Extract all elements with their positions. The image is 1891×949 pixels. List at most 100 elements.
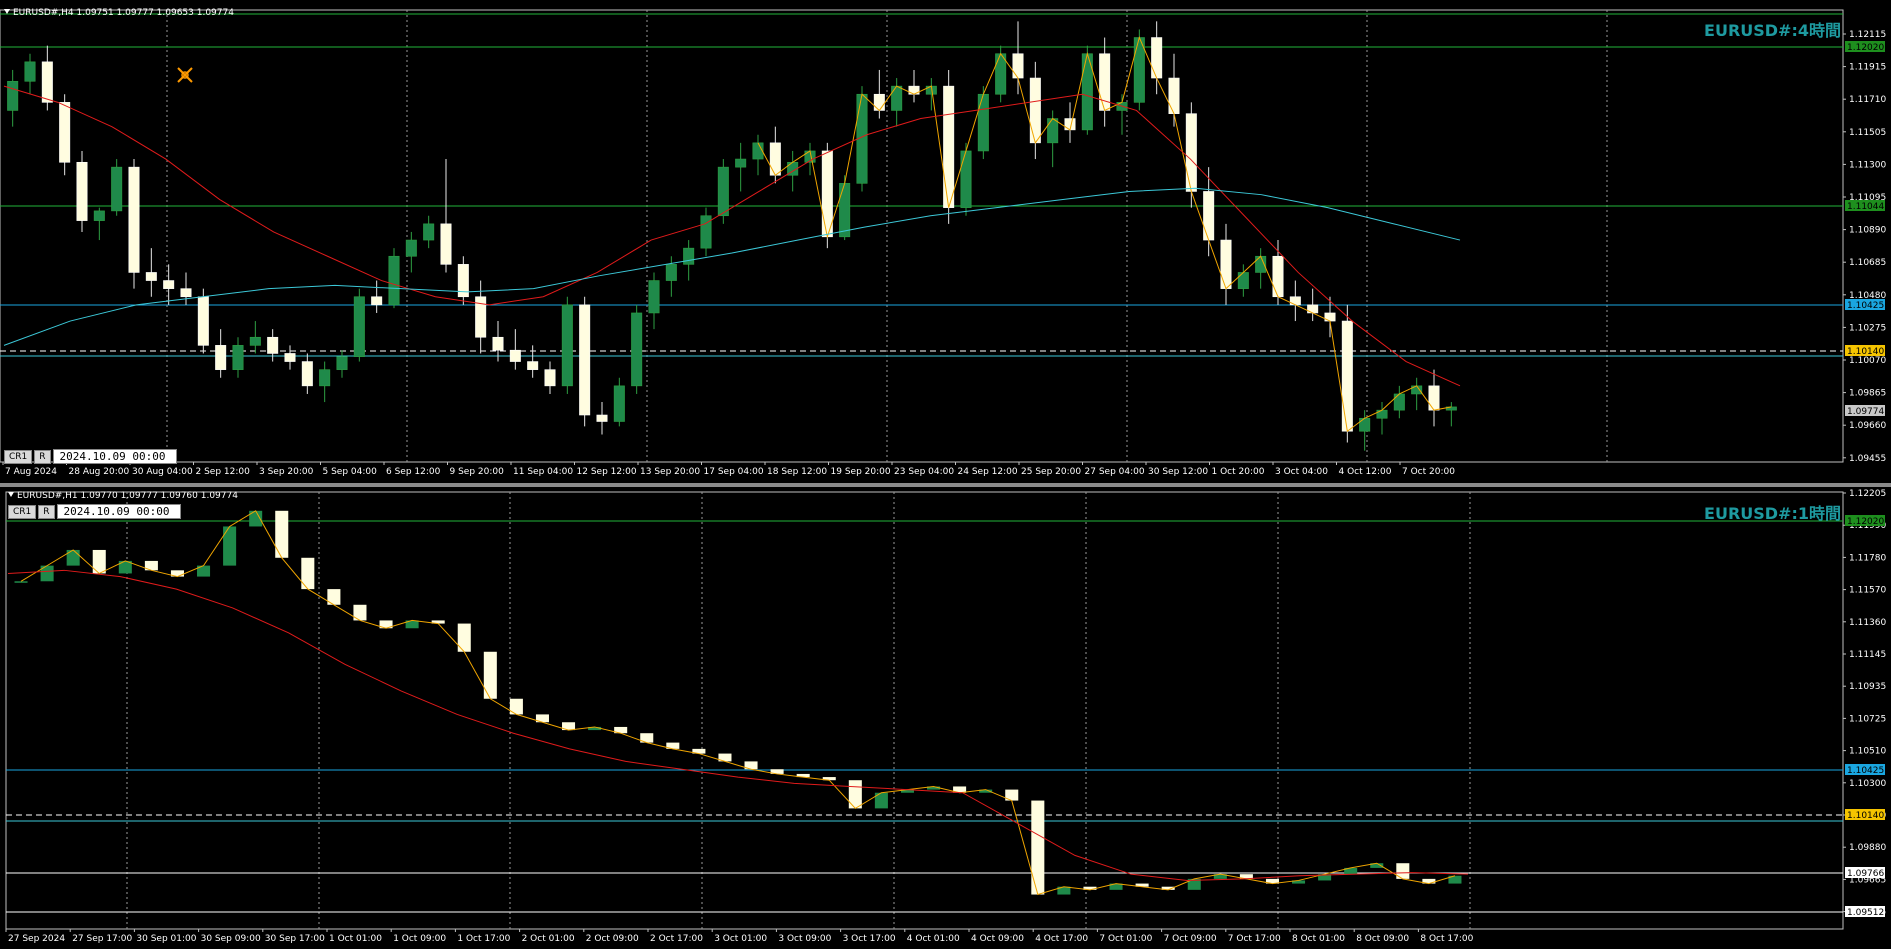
h4-chart-canvas[interactable]: 1.12115 1.11915 1.11710 1.11505 1.11300 1.110… — [0, 0, 1891, 483]
time-tick-label: 17 Sep 04:00 — [704, 467, 764, 477]
price-tick-label: 1.10275 — [1849, 323, 1886, 333]
candle — [752, 142, 764, 160]
time-tick-label: 2 Sep 12:00 — [196, 467, 251, 477]
h1-watermark: EURUSD#:1時間 — [1704, 504, 1841, 523]
candle — [128, 166, 140, 273]
candle — [665, 264, 677, 281]
price-tick-label: 1.12205 — [1849, 489, 1886, 499]
candle — [509, 349, 521, 362]
candle — [284, 353, 296, 362]
date-input[interactable]: 2024.10.09 00:00 — [56, 504, 181, 519]
candle — [1185, 113, 1197, 192]
price-tick-label: 1.09455 — [1849, 454, 1886, 464]
price-tick-label: 1.10300 — [1849, 779, 1886, 789]
candle — [7, 80, 19, 111]
chart-pane-h1[interactable]: 1.12205 1.11990 1.11780 1.11570 1.11360 1.111… — [0, 487, 1891, 949]
candle — [1359, 417, 1371, 432]
price-tag-label: 1.09774 — [1847, 407, 1884, 417]
time-tick-label: 12 Sep 12:00 — [577, 467, 637, 477]
time-tick-label: 27 Sep 04:00 — [1085, 467, 1145, 477]
candle — [717, 166, 729, 217]
time-tick-label: 3 Oct 09:00 — [778, 934, 831, 944]
candle — [301, 557, 315, 590]
r-button[interactable]: R — [38, 504, 55, 519]
candle — [180, 288, 192, 298]
candle — [735, 158, 747, 168]
time-tick-label: 27 Sep 2024 — [8, 934, 65, 944]
candle — [423, 223, 435, 241]
candle — [613, 385, 625, 422]
candle — [596, 414, 608, 422]
candle — [1047, 118, 1059, 144]
candle — [111, 166, 123, 212]
time-tick-label: 7 Aug 2024 — [5, 467, 57, 477]
time-tick-label: 4 Oct 17:00 — [1035, 934, 1088, 944]
time-tick-label: 11 Sep 04:00 — [513, 467, 573, 477]
candle — [24, 61, 36, 82]
price-tag-label: 1.10140 — [1847, 347, 1884, 357]
candle — [1203, 191, 1215, 241]
cr1-button[interactable]: CR1 — [8, 504, 37, 519]
candle — [1341, 320, 1353, 432]
r-button[interactable]: R — [34, 449, 51, 464]
price-tag-label: 1.12020 — [1847, 43, 1884, 53]
date-input[interactable]: 2024.10.09 00:00 — [52, 449, 177, 464]
time-tick-label: 30 Sep 17:00 — [265, 934, 325, 944]
candle — [483, 651, 497, 699]
candle — [76, 161, 88, 221]
candle — [319, 369, 331, 387]
time-tick-label: 3 Sep 20:00 — [259, 467, 314, 477]
time-tick-label: 2 Oct 17:00 — [650, 934, 703, 944]
chart-pane-h4[interactable]: 1.12115 1.11915 1.11710 1.11505 1.11300 1.110… — [0, 0, 1891, 483]
candle — [232, 345, 244, 370]
cr1-button[interactable]: CR1 — [4, 449, 33, 464]
h4-toolbar: CR1 R 2024.10.09 00:00 — [4, 449, 177, 464]
price-tag-label: 1.10425 — [1847, 301, 1884, 311]
price-tick-label: 1.10070 — [1849, 356, 1886, 366]
time-tick-label: 8 Oct 17:00 — [1420, 934, 1473, 944]
h1-toolbar: CR1 R 2024.10.09 00:00 — [8, 504, 181, 519]
time-tick-label: 5 Sep 04:00 — [323, 467, 378, 477]
time-tick-label: 8 Oct 01:00 — [1292, 934, 1345, 944]
candle — [145, 272, 157, 281]
time-tick-label: 1 Oct 20:00 — [1212, 467, 1265, 477]
candle — [388, 255, 400, 306]
candle — [1012, 53, 1024, 79]
collapse-arrow-icon[interactable] — [8, 492, 14, 497]
price-tag-label: 1.11044 — [1847, 202, 1884, 212]
time-tick-label: 2 Oct 09:00 — [586, 934, 639, 944]
candle — [527, 361, 539, 370]
candle — [977, 93, 989, 152]
candle — [440, 223, 452, 265]
time-tick-label: 4 Oct 12:00 — [1339, 467, 1392, 477]
candle — [561, 304, 573, 387]
time-tick-label: 24 Sep 12:00 — [958, 467, 1018, 477]
candle — [1393, 393, 1405, 411]
candle — [648, 280, 660, 314]
price-tick-label: 1.10890 — [1849, 226, 1886, 236]
candle — [353, 296, 365, 357]
candle — [41, 61, 53, 103]
candle — [839, 183, 851, 238]
h1-chart-canvas[interactable]: 1.122051.119901.117801.115701.113601.111… — [0, 487, 1891, 949]
candle — [1029, 77, 1041, 144]
candle — [579, 304, 591, 416]
candle — [163, 280, 175, 289]
price-tick-label: 1.10510 — [1849, 747, 1886, 757]
candle — [821, 150, 833, 238]
crosshair-tool-icon[interactable] — [176, 66, 194, 84]
time-tick-label: 25 Sep 20:00 — [1021, 467, 1081, 477]
candle — [1237, 272, 1249, 289]
time-tick-label: 3 Oct 01:00 — [714, 934, 767, 944]
time-tick-label: 3 Oct 04:00 — [1275, 467, 1328, 477]
time-tick-label: 18 Sep 12:00 — [767, 467, 827, 477]
price-tick-label: 1.11710 — [1849, 95, 1886, 105]
candle — [1151, 37, 1163, 79]
time-tick-label: 27 Sep 17:00 — [72, 934, 132, 944]
candle — [492, 336, 504, 351]
price-tick-label: 1.09880 — [1849, 843, 1886, 853]
time-tick-label: 7 Oct 17:00 — [1228, 934, 1281, 944]
collapse-arrow-icon[interactable] — [4, 9, 10, 14]
candle — [14, 581, 28, 583]
time-tick-label: 8 Oct 09:00 — [1356, 934, 1409, 944]
